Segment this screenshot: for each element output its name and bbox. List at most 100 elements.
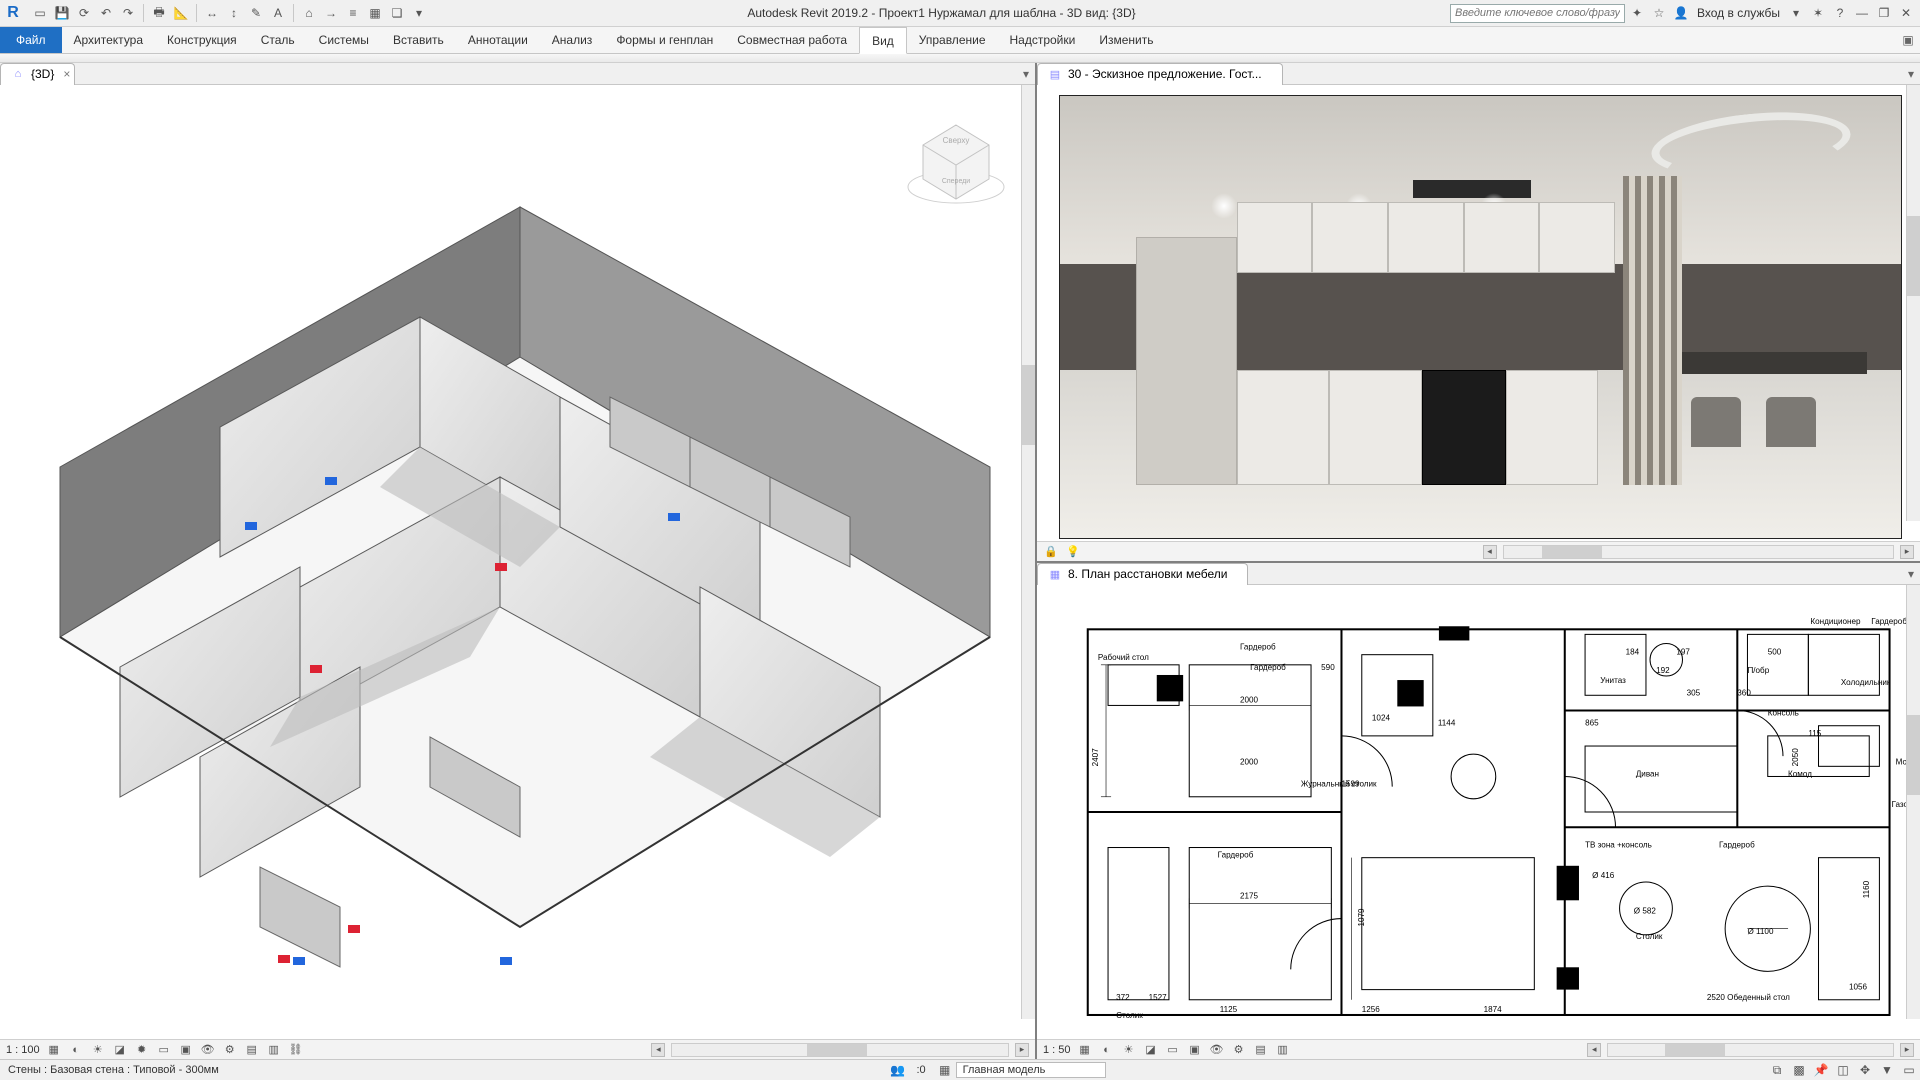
unhide-icon[interactable]: 👁 — [1209, 1042, 1225, 1058]
open-icon[interactable]: ▭ — [30, 3, 50, 23]
tab-architecture[interactable]: Архитектура — [62, 27, 156, 53]
tab-view[interactable]: Вид — [859, 27, 907, 54]
sun-path-icon[interactable]: ☀ — [90, 1042, 106, 1058]
crop-icon[interactable]: ▭ — [1165, 1042, 1181, 1058]
user-icon[interactable]: 👤 — [1671, 3, 1691, 23]
view-menu-icon[interactable]: ▾ — [1902, 65, 1920, 83]
hscroll-left-icon[interactable]: ◂ — [1483, 545, 1497, 559]
horizontal-scrollbar[interactable] — [1607, 1043, 1894, 1057]
scale-label[interactable]: 1 : 100 — [6, 1044, 40, 1056]
close-icon[interactable]: ✕ — [1896, 3, 1916, 23]
undo-icon[interactable]: ↶ — [96, 3, 116, 23]
reveal-icon[interactable]: ▤ — [244, 1042, 260, 1058]
scale-label[interactable]: 1 : 50 — [1043, 1044, 1071, 1056]
thin-lines-icon[interactable]: ≡ — [343, 3, 363, 23]
drag-elements-icon[interactable]: ✥ — [1854, 1061, 1876, 1079]
tab-annotate[interactable]: Аннотации — [456, 27, 540, 53]
visual-style-icon[interactable]: ◐ — [68, 1042, 84, 1058]
visual-style-icon[interactable]: ◐ — [1099, 1042, 1115, 1058]
crop-region-icon[interactable]: ▣ — [1187, 1042, 1203, 1058]
temporary-icon[interactable]: ⚙ — [1231, 1042, 1247, 1058]
vertical-scrollbar[interactable] — [1906, 585, 1920, 1019]
view-3d-canvas[interactable]: Сверху Спереди — [0, 85, 1035, 1039]
analytical-icon[interactable]: ▥ — [266, 1042, 282, 1058]
infocenter-icon[interactable]: ✦ — [1627, 3, 1647, 23]
hscroll-right-icon[interactable]: ▸ — [1900, 1043, 1914, 1057]
sync-icon[interactable]: ⟳ — [74, 3, 94, 23]
tab-insert[interactable]: Вставить — [381, 27, 456, 53]
detail-level-icon[interactable]: ▦ — [46, 1042, 62, 1058]
tab-collaborate[interactable]: Совместная работа — [725, 27, 859, 53]
shadows-icon[interactable]: ◪ — [1143, 1042, 1159, 1058]
measure-icon[interactable]: 📐 — [171, 3, 191, 23]
horizontal-scrollbar[interactable] — [671, 1043, 1009, 1057]
select-face-icon[interactable]: ◫ — [1832, 1061, 1854, 1079]
horizontal-scrollbar[interactable] — [1503, 545, 1895, 559]
hscroll-left-icon[interactable]: ◂ — [1587, 1043, 1601, 1057]
help-icon[interactable]: ? — [1830, 3, 1850, 23]
restore-icon[interactable]: ❐ — [1874, 3, 1894, 23]
print-icon[interactable]: 🖶 — [149, 3, 169, 23]
shadows-icon[interactable]: ◪ — [112, 1042, 128, 1058]
exchange-icon[interactable]: ✶ — [1808, 3, 1828, 23]
align-icon[interactable]: ↔ — [202, 3, 222, 23]
vertical-scrollbar[interactable] — [1906, 85, 1920, 521]
view-tab-plan[interactable]: ▦ 8. План расстановки мебели — [1037, 563, 1248, 585]
tab-addins[interactable]: Надстройки — [998, 27, 1088, 53]
tab-structure[interactable]: Конструкция — [155, 27, 249, 53]
qat-dropdown-icon[interactable]: ▾ — [409, 3, 429, 23]
view-menu-icon[interactable]: ▾ — [1902, 565, 1920, 583]
main-model-selector[interactable]: Главная модель — [956, 1062, 1107, 1078]
favorite-icon[interactable]: ☆ — [1649, 3, 1669, 23]
reveal-icon[interactable]: ▤ — [1253, 1042, 1269, 1058]
view-cube[interactable]: Сверху Спереди — [901, 107, 1011, 217]
filter-icon[interactable]: ▼ — [1876, 1061, 1898, 1079]
switch-window-icon[interactable]: ❏ — [387, 3, 407, 23]
hscroll-right-icon[interactable]: ▸ — [1900, 545, 1914, 559]
view-tab-render[interactable]: ▤ 30 - Эскизное предложение. Гост... — [1037, 63, 1283, 85]
view-menu-icon[interactable]: ▾ — [1017, 65, 1035, 83]
tab-systems[interactable]: Системы — [307, 27, 381, 53]
unhide-icon[interactable]: 👁 — [200, 1042, 216, 1058]
tab-file[interactable]: Файл — [0, 27, 62, 53]
section-icon[interactable]: → — [321, 3, 341, 23]
close-hidden-icon[interactable]: ▦ — [365, 3, 385, 23]
default3d-icon[interactable]: ⌂ — [299, 3, 319, 23]
select-underlay-icon[interactable]: ▩ — [1788, 1061, 1810, 1079]
detail-level-icon[interactable]: ▦ — [1077, 1042, 1093, 1058]
text-icon[interactable]: A — [268, 3, 288, 23]
rendering-icon[interactable]: ✹ — [134, 1042, 150, 1058]
signin-dropdown-icon[interactable]: ▾ — [1786, 3, 1806, 23]
view-tab-3d[interactable]: ⌂ {3D} × — [0, 63, 75, 85]
tab-steel[interactable]: Сталь — [249, 27, 307, 53]
sun-path-icon[interactable]: ☀ — [1121, 1042, 1137, 1058]
minimize-icon[interactable]: — — [1852, 3, 1872, 23]
hscroll-left-icon[interactable]: ◂ — [651, 1043, 665, 1057]
save-icon[interactable]: 💾 — [52, 3, 72, 23]
view-plan-canvas[interactable]: Рабочий стол Гардероб Гардероб Столик Жу… — [1037, 585, 1920, 1039]
tab-analyze[interactable]: Анализ — [540, 27, 605, 53]
vertical-scrollbar[interactable] — [1021, 85, 1035, 1019]
color-fill-icon[interactable]: ▥ — [1275, 1042, 1291, 1058]
keyword-search-input[interactable] — [1450, 4, 1625, 23]
tab-massing[interactable]: Формы и генплан — [604, 27, 725, 53]
background-icon[interactable]: ▭ — [1898, 1061, 1920, 1079]
select-pinned-icon[interactable]: 📌 — [1810, 1061, 1832, 1079]
hscroll-right-icon[interactable]: ▸ — [1015, 1043, 1029, 1057]
ribbon-collapse-icon[interactable]: ▣ — [1896, 27, 1920, 53]
redo-icon[interactable]: ↷ — [118, 3, 138, 23]
constraints-icon[interactable]: ⛓ — [288, 1042, 304, 1058]
worksets-icon[interactable]: 👥 — [886, 1061, 908, 1079]
tag-icon[interactable]: ✎ — [246, 3, 266, 23]
tab-close-icon[interactable]: × — [63, 67, 70, 81]
lightbulb-icon[interactable]: 💡 — [1065, 544, 1081, 560]
select-links-icon[interactable]: ⧉ — [1766, 1061, 1788, 1079]
tab-modify[interactable]: Изменить — [1087, 27, 1165, 53]
signin-link[interactable]: Вход в службы — [1693, 6, 1784, 20]
temporary-icon[interactable]: ⚙ — [222, 1042, 238, 1058]
dimension-icon[interactable]: ↕ — [224, 3, 244, 23]
crop-icon[interactable]: ▭ — [156, 1042, 172, 1058]
tab-manage[interactable]: Управление — [907, 27, 998, 53]
view-render-canvas[interactable] — [1037, 85, 1920, 541]
crop-region-icon[interactable]: ▣ — [178, 1042, 194, 1058]
